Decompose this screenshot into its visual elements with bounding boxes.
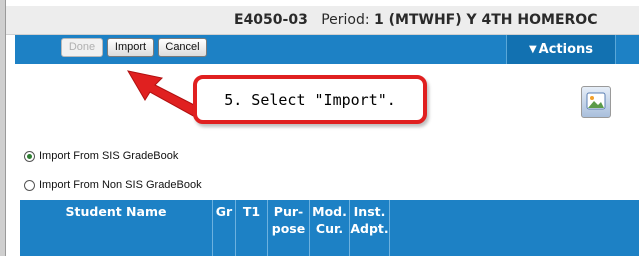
- photo-icon-graphic: [586, 92, 606, 110]
- import-option-non-sis[interactable]: Import From Non SIS GradeBook: [24, 177, 202, 193]
- instruction-callout: 5. Select "Import".: [193, 75, 427, 124]
- column-student-name[interactable]: Student Name: [20, 200, 213, 256]
- import-option-label: Import From Non SIS GradeBook: [39, 179, 202, 191]
- grid-header: Student Name Gr T1 Pur- pose Mod. Cur. I…: [20, 200, 639, 256]
- column-t1[interactable]: T1: [236, 200, 268, 256]
- photo-icon[interactable]: [581, 86, 611, 118]
- column-purpose[interactable]: Pur- pose: [268, 200, 310, 256]
- column-inst-adpt[interactable]: Inst. Adpt.: [350, 200, 390, 256]
- import-option-sis[interactable]: Import From SIS GradeBook: [24, 148, 178, 164]
- column-mod-cur[interactable]: Mod. Cur.: [310, 200, 350, 256]
- import-option-label: Import From SIS GradeBook: [39, 150, 179, 162]
- arrow-shape: [127, 70, 201, 119]
- radio-icon[interactable]: [24, 150, 35, 162]
- column-grade[interactable]: Gr: [213, 200, 236, 256]
- radio-icon[interactable]: [24, 179, 35, 191]
